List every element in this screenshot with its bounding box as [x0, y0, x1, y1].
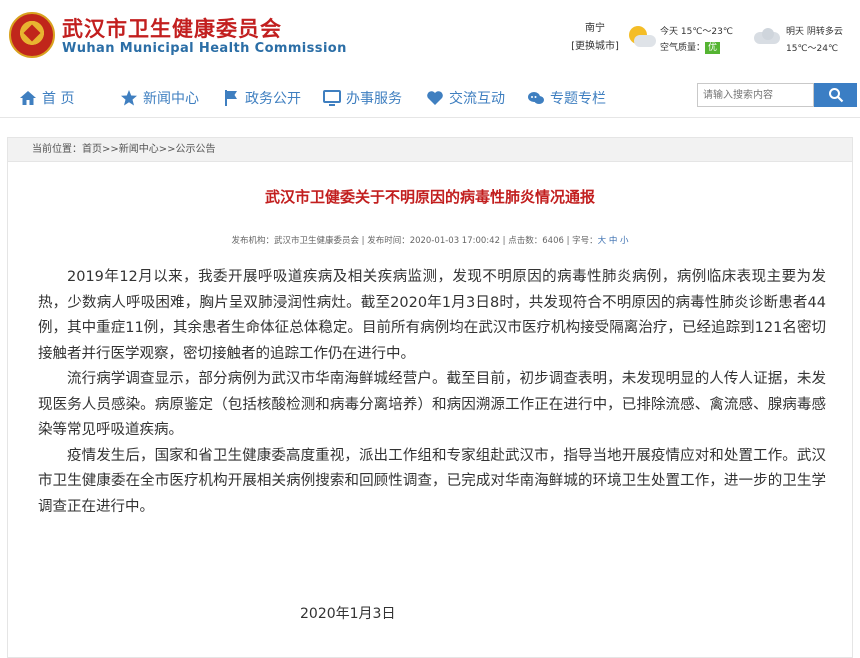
font-size-switcher[interactable]: 大 中 小: [598, 236, 629, 246]
nav-item-government-affairs[interactable]: 政务公开: [222, 87, 301, 109]
air-quality: 空气质量：优: [660, 40, 733, 56]
sunny-icon: [626, 26, 656, 48]
star-icon: [121, 90, 137, 106]
nav-label: 交流互动: [449, 91, 505, 107]
article-paragraph: 疫情发生后，国家和省卫生健康委高度重视，派出工作组和专家组赴武汉市，指导当地开展…: [38, 447, 826, 515]
cloudy-icon: [754, 28, 782, 44]
search-icon: [828, 88, 843, 103]
national-emblem-logo[interactable]: [9, 12, 55, 58]
nav-label: 新闻中心: [143, 91, 199, 107]
nav-label: 首 页: [42, 91, 75, 107]
tomorrow-condition: 明天 阴转多云: [786, 27, 843, 37]
article-meta: 发布机构：武汉市卫生健康委员会 | 发布时间：2020-01-03 17:00:…: [0, 234, 860, 246]
site-header: 武汉市卫生健康委员会 Wuhan Municipal Health Commis…: [0, 0, 860, 78]
article-meta-info: 发布机构：武汉市卫生健康委员会 | 发布时间：2020-01-03 17:00:…: [231, 236, 598, 246]
nav-item-news[interactable]: 新闻中心: [120, 87, 199, 109]
nav-item-home[interactable]: 首 页: [19, 87, 74, 109]
monitor-icon: [323, 90, 341, 106]
article-paragraph: 流行病学调查显示，部分病例为武汉市华南海鲜城经营户。截至目前，初步调查表明，未发…: [38, 371, 826, 438]
chat-icon: [528, 92, 544, 104]
site-name-en[interactable]: Wuhan Municipal Health Commission: [62, 41, 347, 56]
breadcrumb[interactable]: 当前位置：首页>>新闻中心>>公示公告: [7, 137, 853, 162]
nav-label: 专题专栏: [550, 91, 606, 107]
heart-icon: [427, 91, 443, 105]
city-selector: 南宁 [更换城市]: [560, 20, 630, 56]
nav-item-special-topics[interactable]: 专题专栏: [527, 87, 606, 109]
today-weather: 今天 15℃～23℃ 空气质量：优: [660, 24, 733, 56]
nav-item-interaction[interactable]: 交流互动: [426, 87, 505, 109]
home-icon: [20, 91, 36, 105]
nav-label: 办事服务: [346, 91, 402, 107]
article-body: 2019年12月以来，我委开展呼吸道疾病及相关疾病监测，发现不明原因的病毒性肺炎…: [38, 265, 826, 520]
search-button[interactable]: [814, 83, 857, 107]
nav-item-services[interactable]: 办事服务: [323, 87, 402, 109]
article-title: 武汉市卫健委关于不明原因的病毒性肺炎情况通报: [264, 188, 595, 206]
article-paragraph: 2019年12月以来，我委开展呼吸道疾病及相关疾病监测，发现不明原因的病毒性肺炎…: [38, 269, 826, 362]
article-date: 2020年1月3日: [300, 606, 396, 622]
site-name-cn[interactable]: 武汉市卫生健康委员会: [62, 13, 282, 43]
tomorrow-weather: 明天 阴转多云 15℃～24℃: [786, 24, 843, 58]
change-city-link[interactable]: [更换城市]: [560, 38, 630, 56]
search-input[interactable]: [697, 83, 814, 107]
air-quality-badge: 优: [705, 42, 721, 54]
city-name: 南宁: [585, 23, 605, 34]
today-temp: 今天 15℃～23℃: [660, 27, 733, 37]
tomorrow-temp: 15℃～24℃: [786, 44, 839, 54]
nav-label: 政务公开: [245, 91, 301, 107]
flag-icon: [225, 90, 237, 106]
